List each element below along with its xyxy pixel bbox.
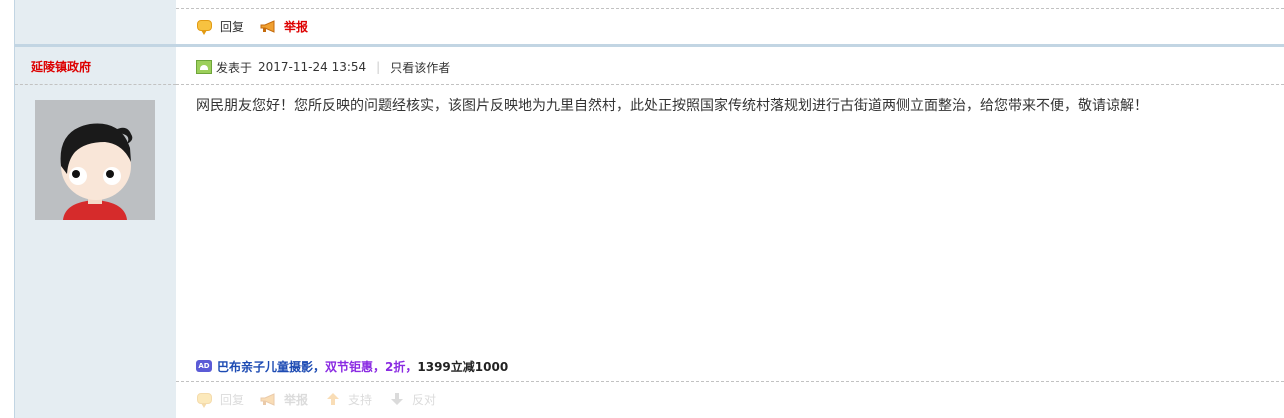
avatar[interactable] [35, 100, 155, 220]
only-view-author-link[interactable]: 只看该作者 [390, 59, 450, 76]
report-button[interactable]: 举报 [260, 18, 308, 35]
ad-line: AD 巴布亲子儿童摄影， 双节钜惠，2折， 1399立减1000 [196, 357, 508, 375]
user-post-icon [196, 60, 212, 74]
report-label: 举报 [284, 19, 309, 34]
post-content: 网民朋友您好！您所反映的问题经核实，该图片反映地为九里自然村，此处正按照国家传统… [196, 98, 1148, 114]
speech-bubble-icon [196, 18, 214, 35]
posted-time: 2017-11-24 13:54 [258, 60, 367, 74]
reply-label: 回复 [220, 19, 245, 34]
report-button[interactable]: 举报 [260, 391, 308, 408]
support-label: 支持 [348, 392, 373, 407]
divider [176, 8, 1284, 9]
speech-bubble-icon [196, 391, 214, 408]
reply-button[interactable]: 回复 [196, 391, 244, 408]
previous-post-actions: 回复 举报 [196, 15, 324, 37]
ad-link-part1[interactable]: 巴布亲子儿童摄影， [217, 358, 325, 375]
author-name-link[interactable]: 延陵镇政府 [31, 58, 91, 75]
post-header-divider [176, 84, 1284, 85]
reply-button[interactable]: 回复 [196, 18, 244, 35]
post-footer-divider [176, 381, 1284, 382]
sidebar-divider [15, 84, 176, 85]
thumbs-down-arrow-icon [388, 391, 406, 407]
megaphone-icon [260, 18, 278, 34]
post-separator [15, 44, 1284, 47]
thumbs-up-arrow-icon [324, 391, 342, 407]
meta-separator: | [376, 60, 381, 74]
post-meta: 发表于 2017-11-24 13:54 | 只看该作者 [196, 58, 450, 76]
report-label: 举报 [284, 392, 309, 407]
posted-prefix: 发表于 [216, 60, 253, 75]
reply-label: 回复 [220, 392, 245, 407]
ad-badge-icon: AD [196, 360, 212, 372]
oppose-label: 反对 [412, 392, 437, 407]
cartoon-boy-avatar-icon [35, 100, 155, 220]
megaphone-icon [260, 391, 278, 407]
post-actions: 回复 举报 支持 反对 [196, 388, 452, 410]
support-button[interactable]: 支持 [324, 391, 372, 408]
oppose-button[interactable]: 反对 [388, 391, 436, 408]
ad-link-part2[interactable]: 双节钜惠，2折， [325, 358, 417, 375]
ad-link-part3[interactable]: 1399立减1000 [417, 358, 508, 375]
